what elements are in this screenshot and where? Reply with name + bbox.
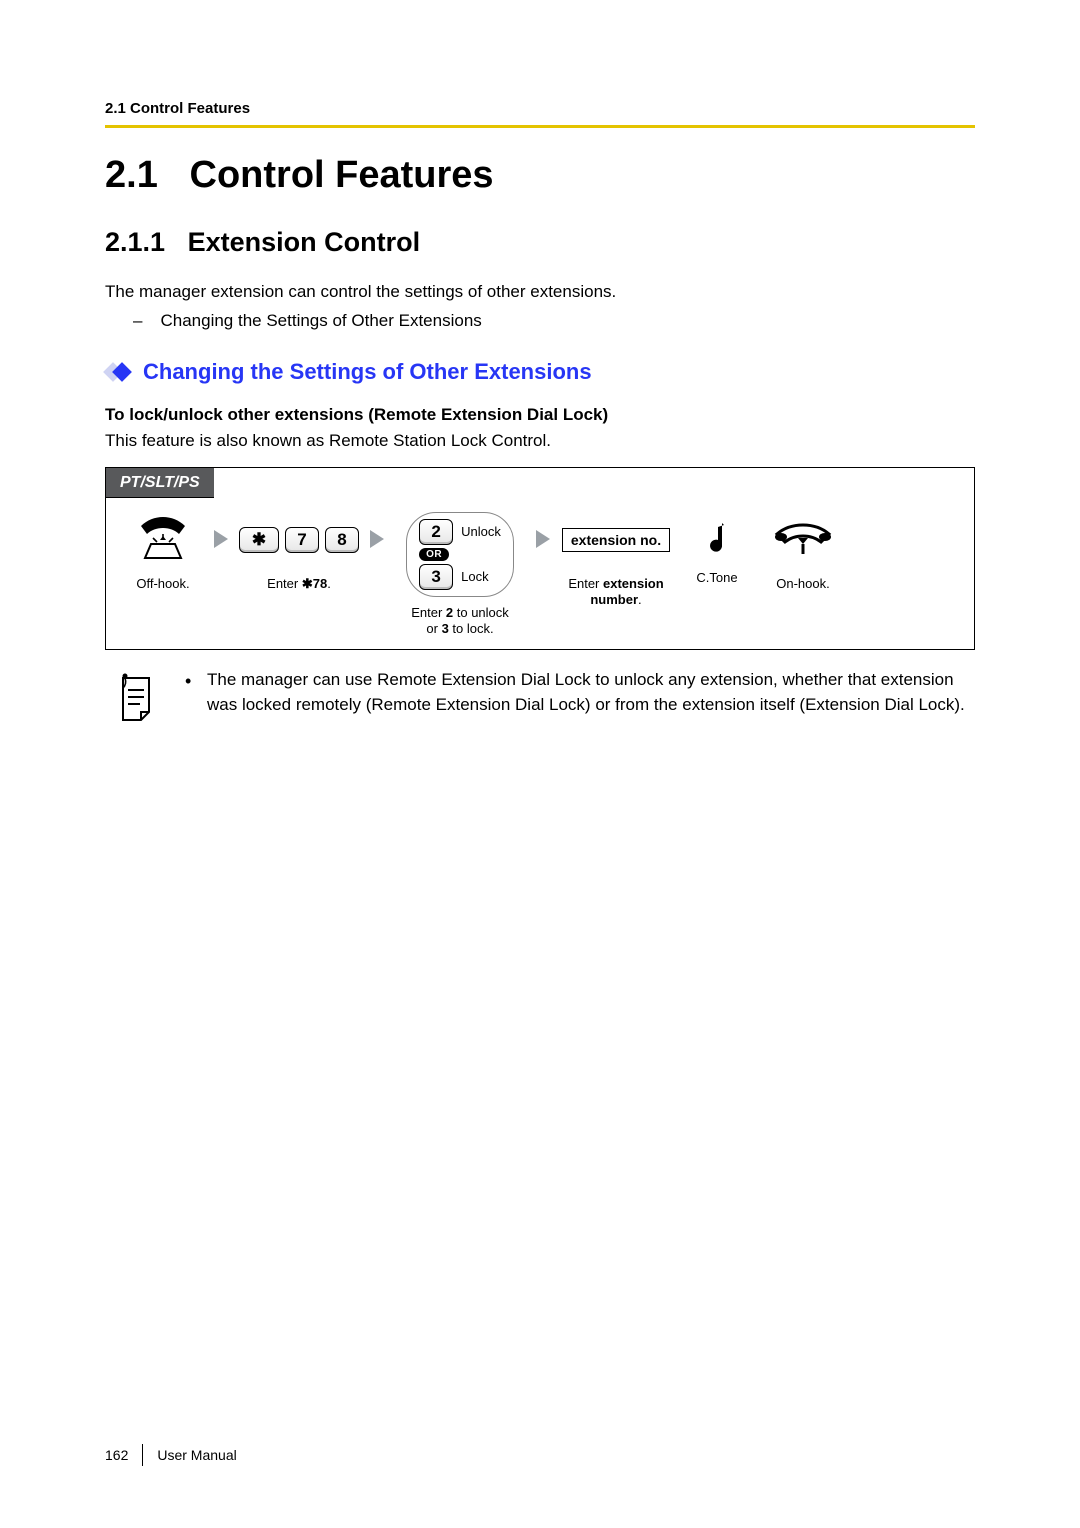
key-star: ✱ [239,527,279,553]
step-caption: Off-hook. [136,576,189,592]
cap-text: Enter [568,576,603,591]
option-label-lock: Lock [461,569,488,584]
steps-row: Off-hook. ✱ 7 8 Enter ✱78. 2 [106,498,974,650]
header-rule [105,125,975,128]
note-bullet: The manager can use Remote Extension Dia… [185,668,975,717]
or-pill: OR [419,548,449,561]
arrow-icon [536,530,550,548]
key-8: 8 [325,527,359,553]
option-label-unlock: Unlock [461,524,501,539]
step-caption: On-hook. [776,576,829,592]
subsection-text: Extension Control [188,227,421,257]
procedure-title: To lock/unlock other extensions (Remote … [105,405,975,425]
cap-text: to unlock [453,605,509,620]
handset-offhook-icon [133,512,193,568]
arrow-icon [214,530,228,548]
procedure-box: PT/SLT/PS Off-hook. ✱ 7 8 [105,467,975,651]
running-header: 2.1 Control Features [105,100,975,117]
section-number: 2.1 [105,154,158,196]
cap-text: Enter [411,605,446,620]
step-caption: Enter extension number. [568,576,663,609]
footer-label: User Manual [157,1447,236,1463]
procedure-note: This feature is also known as Remote Sta… [105,431,975,451]
step-enter-code: ✱ 7 8 Enter ✱78. [234,512,364,592]
cap-bold: 3 [442,621,449,636]
handset-onhook-icon [771,512,835,568]
note-list: The manager can use Remote Extension Dia… [185,668,975,717]
section-title: 2.1 Control Features [105,154,975,197]
sub-heading-row: Changing the Settings of Other Extension… [105,359,975,385]
cap-bold: number [590,592,638,607]
page-number: 162 [105,1447,128,1463]
cap-bold: ✱78 [302,576,327,591]
diamond-icon [105,362,133,382]
device-tab: PT/SLT/PS [106,468,214,498]
note-icon [113,670,161,729]
step-choice: 2 Unlock OR 3 Lock Enter 2 to unlock or … [390,512,530,638]
key-7: 7 [285,527,319,553]
cap-text: . [327,576,331,591]
music-note-icon [702,512,732,568]
step-onhook: On-hook. [758,512,848,592]
step-caption: Enter ✱78. [267,576,331,592]
footer-separator [142,1444,143,1466]
step-ctone: C.Tone [682,512,752,586]
extension-input-box: extension no. [562,528,670,552]
step-extension: extension no. Enter extension number. [556,512,676,609]
sub-heading: Changing the Settings of Other Extension… [143,359,592,385]
step-offhook: Off-hook. [118,512,208,592]
subsection-title: 2.1.1 Extension Control [105,227,975,258]
dash-list-item: Changing the Settings of Other Extension… [133,311,975,331]
intro-text: The manager extension can control the se… [105,280,975,305]
subsection-number: 2.1.1 [105,227,165,257]
ctone-label: C.Tone [696,570,737,586]
note-row: The manager can use Remote Extension Dia… [105,668,975,729]
key-3: 3 [419,564,453,590]
page-footer: 162 User Manual [105,1444,237,1466]
cap-text: Enter [267,576,302,591]
option-group: 2 Unlock OR 3 Lock [406,512,514,597]
keypad-keys: ✱ 7 8 [239,527,359,553]
cap-text: to lock. [449,621,494,636]
cap-text: or [426,621,441,636]
section-text: Control Features [190,154,494,196]
cap-bold: extension [603,576,664,591]
key-2: 2 [419,519,453,545]
cap-text: . [638,592,642,607]
step-caption: Enter 2 to unlock or 3 to lock. [411,605,509,638]
arrow-icon [370,530,384,548]
